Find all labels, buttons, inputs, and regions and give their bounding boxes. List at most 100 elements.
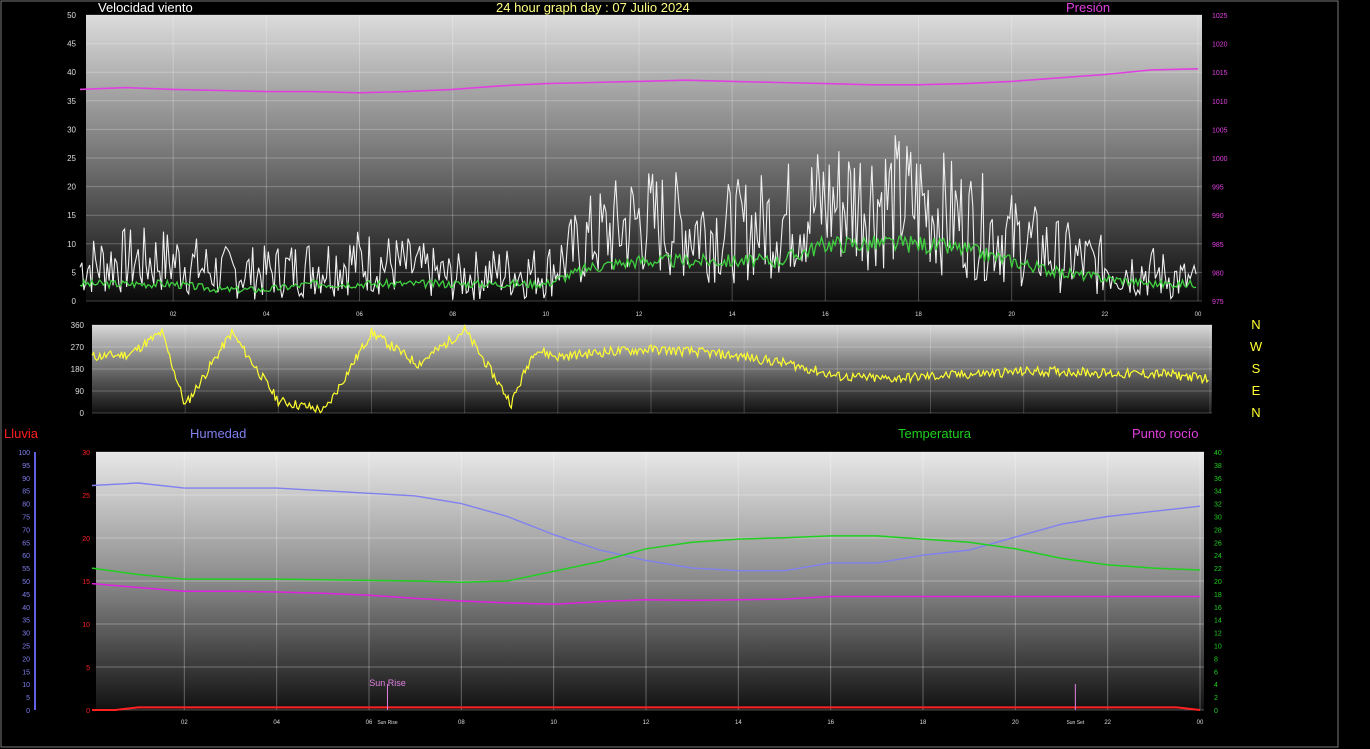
y2-tick-label: 1025 [1212,13,1228,20]
x-tick-label: 22 [1104,720,1111,726]
dir-tick-label: 270 [71,343,85,352]
temp-tick-label: 16 [1214,605,1222,612]
humidity-tick-label: 75 [22,515,30,522]
x-tick-label: 12 [636,312,643,318]
temp-tick-label: 30 [1214,515,1222,522]
humidity-label: Humedad [190,426,247,441]
temp-tick-label: 10 [1214,644,1222,651]
humidity-tick-label: 55 [22,566,30,573]
temp-tick-label: 14 [1214,618,1222,625]
temp-tick-label: 34 [1214,489,1222,496]
y-tick-label: 0 [72,297,77,306]
temp-tick-label: 12 [1214,631,1222,638]
humidity-tick-label: 25 [22,644,30,651]
temp-tick-label: 6 [1214,669,1218,676]
temp-tick-label: 38 [1214,463,1222,470]
humidity-tick-label: 35 [22,618,30,625]
y2-tick-label: 985 [1212,242,1224,249]
y2-tick-label: 975 [1212,299,1224,306]
y-tick-label: 30 [82,450,90,457]
x-tick-label: 14 [729,312,736,318]
humidity-tick-label: 20 [22,656,30,663]
y-tick-label: 0 [86,708,90,715]
y2-tick-label: 1000 [1212,156,1228,163]
y-tick-label: 50 [67,11,76,20]
y-tick-label: 5 [72,268,77,277]
y-tick-label: 35 [67,97,76,106]
y-tick-label: 25 [82,493,90,500]
y2-tick-label: 1020 [1212,42,1228,49]
temp-tick-label: 24 [1214,553,1222,560]
date-title: 24 hour graph day : 07 Julio 2024 [496,0,690,15]
humidity-tick-label: 50 [22,579,30,586]
x-tick-label: 06 [366,720,373,726]
dir-tick-label: 360 [71,321,85,330]
y2-tick-label: 990 [1212,213,1224,220]
temp-tick-label: 0 [1214,708,1218,715]
compass-letter: S [1252,361,1261,376]
humidity-tick-label: 60 [22,553,30,560]
x-tick-label: 18 [915,312,922,318]
humidity-tick-label: 0 [26,708,30,715]
x-tick-label: 16 [822,312,829,318]
humidity-tick-label: 15 [22,669,30,676]
dir-tick-label: 0 [80,409,85,418]
x-tick-label: 18 [920,720,927,726]
y2-tick-label: 1005 [1212,127,1228,134]
humidity-tick-label: 80 [22,502,30,509]
x-tick-label: 02 [181,720,188,726]
temp-tick-label: 2 [1214,695,1218,702]
humidity-tick-label: 45 [22,592,30,599]
humidity-tick-label: 10 [22,682,30,689]
humidity-tick-label: 30 [22,631,30,638]
humidity-tick-label: 70 [22,527,30,534]
compass-letter: E [1252,383,1261,398]
temperature-label: Temperatura [898,426,971,441]
x-tick-label: 08 [458,720,465,726]
temp-tick-label: 40 [1214,450,1222,457]
temp-tick-label: 32 [1214,502,1222,509]
y2-tick-label: 980 [1212,270,1224,277]
sunset-tick-label: Sun Set [1066,720,1084,726]
sunrise-tick-label: Sun Rise [377,720,398,726]
temp-tick-label: 36 [1214,476,1222,483]
compass-letter: N [1251,317,1260,332]
x-tick-label: 04 [273,720,280,726]
x-tick-label: 00 [1195,312,1202,318]
x-tick-label: 00 [1197,720,1204,726]
y2-tick-label: 995 [1212,185,1224,192]
dewpoint-label: Punto rocío [1132,426,1199,441]
temp-tick-label: 20 [1214,579,1222,586]
x-tick-label: 02 [170,312,177,318]
humidity-tick-label: 65 [22,540,30,547]
y-tick-label: 15 [82,579,90,586]
temp-tick-label: 8 [1214,656,1218,663]
y-tick-label: 20 [82,536,90,543]
x-tick-label: 10 [542,312,549,318]
wind-speed-label: Velocidad viento [98,0,193,15]
humidity-tick-label: 100 [18,450,30,457]
y2-tick-label: 1015 [1212,70,1228,77]
y-tick-label: 10 [67,240,76,249]
temp-tick-label: 4 [1214,682,1218,689]
y-tick-label: 5 [86,665,90,672]
sunrise-label: Sun Rise [369,678,406,688]
x-tick-label: 04 [263,312,270,318]
y-tick-label: 10 [82,622,90,629]
humidity-tick-label: 85 [22,489,30,496]
x-tick-label: 14 [735,720,742,726]
weather-graph: 0510152025303540455097598098599099510001… [0,0,1339,748]
y-tick-label: 15 [67,211,76,220]
temp-tick-label: 28 [1214,527,1222,534]
x-tick-label: 10 [550,720,557,726]
x-tick-label: 12 [643,720,650,726]
compass-letter: N [1251,405,1260,420]
x-tick-label: 20 [1008,312,1015,318]
y-tick-label: 20 [67,183,76,192]
humidity-tick-label: 95 [22,463,30,470]
x-tick-label: 16 [827,720,834,726]
pressure-label: Presión [1066,0,1111,15]
compass-letter: W [1250,339,1263,354]
x-tick-label: 20 [1012,720,1019,726]
temp-tick-label: 26 [1214,540,1222,547]
